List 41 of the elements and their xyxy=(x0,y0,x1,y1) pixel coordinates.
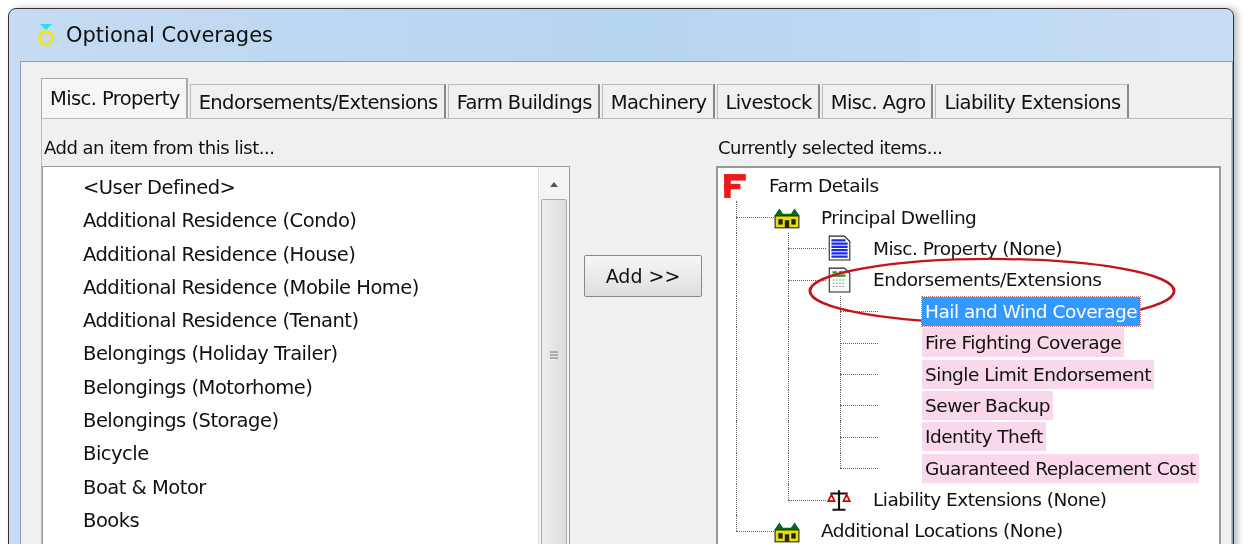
grip-icon xyxy=(549,350,559,360)
list-item[interactable]: Belongings (Storage) xyxy=(83,404,538,438)
tree-item[interactable]: Misc. Property (None) xyxy=(870,233,1066,263)
tree-item[interactable]: Fire Fighting Coverage xyxy=(922,328,1125,358)
tab[interactable]: Livestock xyxy=(716,84,820,118)
tree-item[interactable]: Principal Dwelling xyxy=(818,202,980,232)
list-label: Add an item from this list... xyxy=(43,137,276,158)
ring-icon xyxy=(36,23,56,47)
document-icon xyxy=(826,235,852,262)
scroll-thumb[interactable] xyxy=(541,199,567,544)
list-item[interactable]: Belongings (Holiday Trailer) xyxy=(83,337,538,371)
list-item[interactable]: <User Defined> xyxy=(83,171,538,205)
list-item[interactable]: Boat & Motor xyxy=(83,470,538,504)
tab[interactable]: Misc. Property xyxy=(41,78,188,118)
tree-item[interactable]: Sewer Backup xyxy=(922,390,1053,420)
scrollbar[interactable] xyxy=(538,167,569,544)
tab[interactable]: Farm Buildings xyxy=(447,84,600,118)
tree-item[interactable]: Endorsements/Extensions xyxy=(870,265,1105,295)
tree-item[interactable]: Additional Locations (None) xyxy=(818,516,1066,544)
form-icon xyxy=(826,266,852,293)
tree-item[interactable]: Farm Details xyxy=(766,171,882,201)
tab[interactable]: Liability Extensions xyxy=(935,84,1129,118)
list-item[interactable]: Additional Residence (Condo) xyxy=(83,204,538,238)
list-item[interactable]: Additional Residence (Mobile Home) xyxy=(83,270,538,305)
list-item[interactable]: Belongings (Motorhome) xyxy=(83,370,538,405)
list-item[interactable]: Books xyxy=(83,503,538,538)
tab[interactable]: Misc. Agro xyxy=(821,84,934,118)
tree-label: Currently selected items... xyxy=(717,137,944,158)
list-item[interactable]: Additional Residence (Tenant) xyxy=(83,304,538,338)
add-button[interactable]: Add >> xyxy=(584,255,702,297)
tab[interactable]: Machinery xyxy=(601,84,715,118)
tree-item[interactable]: Identity Theft xyxy=(922,422,1046,452)
tab[interactable]: Endorsements/Extensions xyxy=(189,84,446,118)
list-item[interactable]: Additional Residence (House) xyxy=(83,237,538,271)
tree-item[interactable]: Guaranteed Replacement Cost xyxy=(922,453,1199,483)
list-item[interactable]: Bicycle xyxy=(83,437,538,471)
letter-f-icon xyxy=(722,172,748,199)
window-title: Optional Coverages xyxy=(66,23,274,47)
tree-item[interactable]: Single Limit Endorsement xyxy=(922,359,1154,389)
tree-item[interactable]: Liability Extensions (None) xyxy=(870,485,1110,515)
scroll-up-icon[interactable] xyxy=(549,181,559,187)
